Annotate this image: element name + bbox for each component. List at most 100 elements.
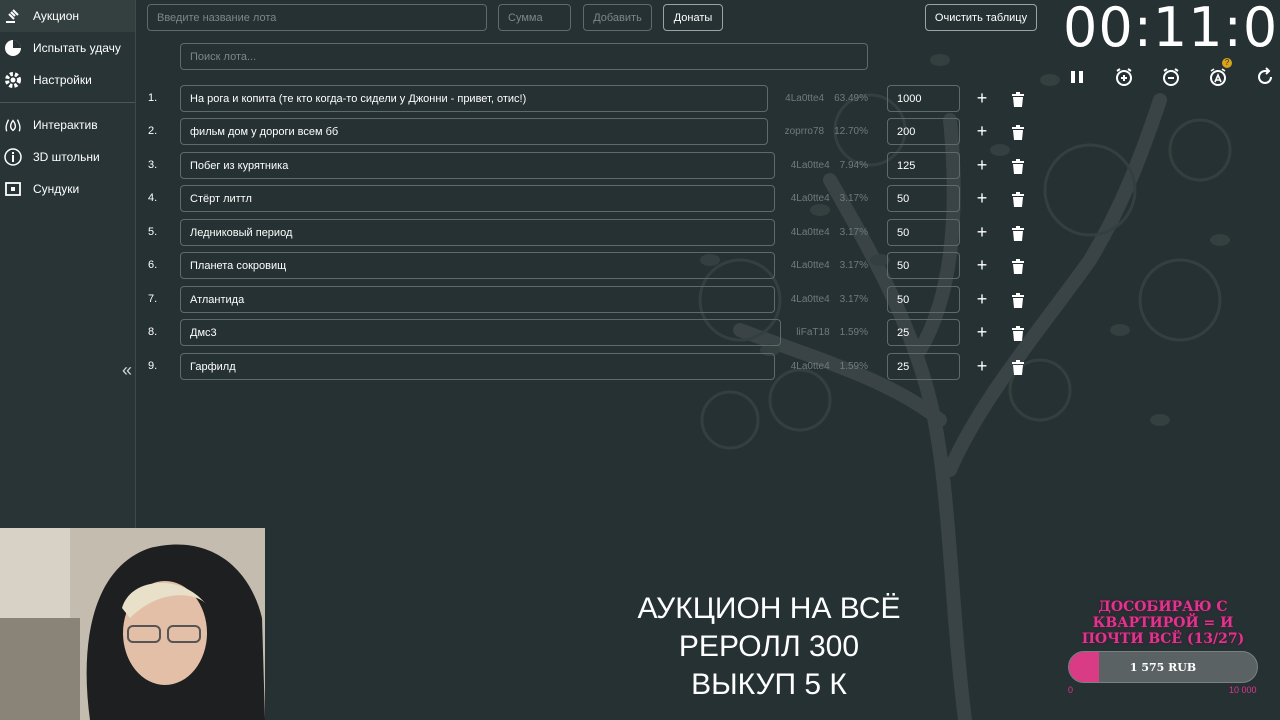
- sidebar-item-settings[interactable]: Настройки: [0, 64, 135, 96]
- lot-amount-field[interactable]: 50: [887, 219, 960, 246]
- lot-number: 2.: [148, 125, 158, 137]
- webcam-image: [0, 528, 265, 720]
- sidebar-item-3d-mines[interactable]: 3D штольни: [0, 141, 135, 173]
- lot-number: 9.: [148, 360, 158, 372]
- clear-table-button[interactable]: Очистить таблицу: [925, 4, 1037, 31]
- lot-number: 8.: [148, 326, 158, 338]
- lot-donor: 4La0tte4: [790, 227, 830, 238]
- lot-amount-field[interactable]: 50: [887, 252, 960, 279]
- chest-icon: [4, 180, 22, 198]
- lot-number: 6.: [148, 259, 158, 271]
- delete-lot-button[interactable]: [1008, 121, 1028, 143]
- pause-button[interactable]: [1066, 66, 1088, 88]
- lot-meta: 4La0tte4 1.59%: [791, 361, 868, 372]
- sidebar-item-label: Испытать удачу: [33, 41, 121, 55]
- lot-meta: 4La0tte4 3.17%: [791, 260, 868, 271]
- lot-amount-field[interactable]: 50: [887, 185, 960, 212]
- help-badge[interactable]: ?: [1222, 58, 1232, 68]
- search-input[interactable]: [180, 43, 868, 70]
- subtract-time-button[interactable]: [1160, 66, 1182, 88]
- stream-overlay-text: АУКЦИОН НА ВСЁ РЕРОЛЛ 300 ВЫКУП 5 К: [580, 590, 958, 704]
- add-to-lot-button[interactable]: +: [972, 254, 992, 276]
- add-to-lot-button[interactable]: +: [972, 321, 992, 343]
- lot-amount-field[interactable]: 200: [887, 118, 960, 145]
- sidebar-item-luck[interactable]: Испытать удачу: [0, 32, 135, 64]
- overlay-line: ВЫКУП 5 К: [691, 668, 847, 701]
- lot-number: 3.: [148, 159, 158, 171]
- lot-number: 5.: [148, 226, 158, 238]
- lot-name-field[interactable]: Стёрт литтл: [180, 185, 775, 212]
- subtract-time-icon: [1163, 68, 1179, 86]
- lot-name-field[interactable]: На рога и копита (те кто когда-то сидели…: [180, 85, 768, 112]
- add-button[interactable]: Добавить: [583, 4, 652, 31]
- lot-name-field[interactable]: Побег из курятника: [180, 152, 775, 179]
- delete-lot-button[interactable]: [1008, 188, 1028, 210]
- sidebar-item-interactive[interactable]: Интерактив: [0, 109, 135, 141]
- lot-amount-field[interactable]: 50: [887, 286, 960, 313]
- sidebar-divider: [0, 102, 135, 103]
- delete-lot-button[interactable]: [1008, 322, 1028, 344]
- delete-lot-button[interactable]: [1008, 255, 1028, 277]
- lot-percent: 12.70%: [834, 126, 868, 137]
- lot-row: 1. На рога и копита (те кто когда-то сид…: [140, 85, 1040, 113]
- collapse-sidebar-button[interactable]: «: [122, 360, 132, 381]
- sidebar-item-label: 3D штольни: [33, 150, 100, 164]
- lot-amount-field[interactable]: 1000: [887, 85, 960, 112]
- add-to-lot-button[interactable]: +: [972, 120, 992, 142]
- lot-name-field[interactable]: фильм дом у дороги всем бб: [180, 118, 768, 145]
- delete-lot-button[interactable]: [1008, 155, 1028, 177]
- trash-icon: [1012, 191, 1024, 207]
- lot-meta: 4La0tte4 63.49%: [785, 93, 868, 104]
- lot-donor: 4La0tte4: [790, 160, 830, 171]
- add-to-lot-button[interactable]: +: [972, 355, 992, 377]
- sidebar-item-auction[interactable]: Аукцион: [0, 0, 135, 32]
- trash-icon: [1012, 359, 1024, 375]
- lot-percent: 3.17%: [839, 193, 868, 204]
- lot-amount-field[interactable]: 125: [887, 152, 960, 179]
- delete-lot-button[interactable]: [1008, 88, 1028, 110]
- lot-row: 3. Побег из курятника 4La0tte4 7.94% 125 …: [140, 152, 1040, 180]
- add-to-lot-button[interactable]: +: [972, 154, 992, 176]
- add-to-lot-button[interactable]: +: [972, 288, 992, 310]
- lot-amount-field[interactable]: 25: [887, 353, 960, 380]
- lot-name-field[interactable]: Дмс3: [180, 319, 781, 346]
- overlay-line: АУКЦИОН НА ВСЁ: [637, 592, 901, 625]
- auto-timer-button[interactable]: ?: [1207, 58, 1232, 88]
- add-to-lot-button[interactable]: +: [972, 187, 992, 209]
- delete-lot-button[interactable]: [1008, 289, 1028, 311]
- lot-number: 1.: [148, 92, 158, 104]
- lot-amount-field[interactable]: 25: [887, 319, 960, 346]
- lot-name-field[interactable]: Ледниковый период: [180, 219, 775, 246]
- trash-icon: [1012, 292, 1024, 308]
- lot-name-field[interactable]: Гарфилд: [180, 353, 775, 380]
- auto-timer-icon: [1210, 68, 1226, 86]
- lot-name-field[interactable]: Планета сокровищ: [180, 252, 775, 279]
- trash-icon: [1012, 91, 1024, 107]
- delete-lot-button[interactable]: [1008, 222, 1028, 244]
- sidebar-item-label: Интерактив: [33, 118, 98, 132]
- donations-button[interactable]: Донаты: [663, 4, 723, 31]
- add-to-lot-button[interactable]: +: [972, 87, 992, 109]
- reset-button[interactable]: [1254, 66, 1276, 88]
- sidebar-item-chests[interactable]: Сундуки: [0, 173, 135, 205]
- trash-icon: [1012, 124, 1024, 140]
- lot-number: 4.: [148, 192, 158, 204]
- lot-row: 9. Гарфилд 4La0tte4 1.59% 25 +: [140, 353, 1040, 381]
- lot-name-input[interactable]: [147, 4, 487, 31]
- lot-percent: 3.17%: [839, 260, 868, 271]
- donation-goal-max: 10 000: [1229, 685, 1257, 695]
- lot-percent: 3.17%: [839, 294, 868, 305]
- add-to-lot-button[interactable]: +: [972, 221, 992, 243]
- trash-icon: [1012, 258, 1024, 274]
- lot-row: 4. Стёрт литтл 4La0tte4 3.17% 50 +: [140, 185, 1040, 213]
- lot-row: 6. Планета сокровищ 4La0tte4 3.17% 50 +: [140, 252, 1040, 280]
- delete-lot-button[interactable]: [1008, 356, 1028, 378]
- sum-input[interactable]: [498, 4, 571, 31]
- lot-name-field[interactable]: Атлантида: [180, 286, 775, 313]
- timer-display: 00:11:04: [1063, 0, 1280, 59]
- lot-row: 8. Дмс3 liFaT18 1.59% 25 +: [140, 319, 1040, 347]
- add-time-button[interactable]: [1113, 66, 1135, 88]
- lot-meta: liFaT18 1.59%: [796, 327, 868, 338]
- lot-row: 7. Атлантида 4La0tte4 3.17% 50 +: [140, 286, 1040, 314]
- lot-donor: 4La0tte4: [790, 193, 830, 204]
